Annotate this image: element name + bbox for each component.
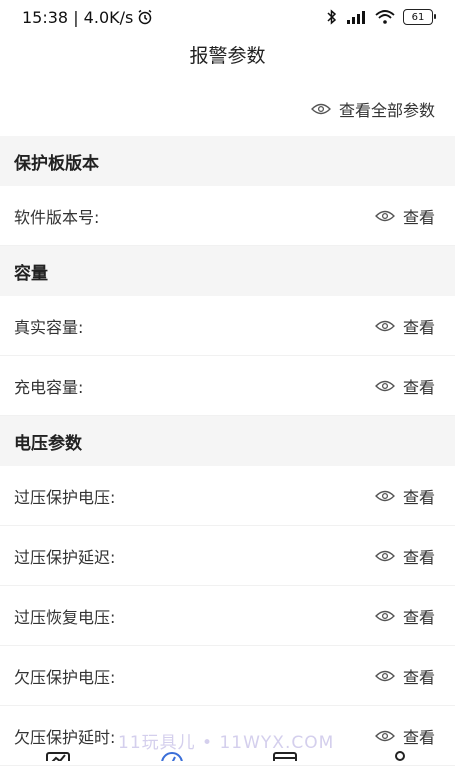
param-label: 真实容量: xyxy=(14,317,84,337)
param-label: 软件版本号: xyxy=(14,207,100,227)
eye-icon xyxy=(375,670,395,681)
status-bar: 15:38 | 4.0K/s 61 xyxy=(0,0,455,34)
param-row-ov-recover-voltage: 过压恢复电压: 查看 xyxy=(0,586,455,646)
param-row-software-version: 软件版本号: 查看 xyxy=(0,186,455,246)
param-label: 过压保护延迟: xyxy=(14,547,116,567)
section-header-voltage: 电压参数 xyxy=(0,416,455,466)
bottom-nav xyxy=(0,745,455,761)
param-row-ov-protect-delay: 过压保护延迟: 查看 xyxy=(0,526,455,586)
view-label: 查看 xyxy=(402,547,435,567)
status-left: 15:38 | 4.0K/s xyxy=(22,8,153,27)
param-label: 欠压保护电压: xyxy=(14,667,116,687)
chart-nav-icon[interactable] xyxy=(46,751,70,761)
param-label: 过压恢复电压: xyxy=(14,607,116,627)
view-label: 查看 xyxy=(402,207,435,227)
view-label: 查看 xyxy=(402,667,435,687)
view-button[interactable]: 查看 xyxy=(375,544,435,568)
section-title: 保护板版本 xyxy=(14,153,99,174)
section-header-board-version: 保护板版本 xyxy=(0,136,455,186)
battery-level: 61 xyxy=(411,11,425,23)
view-button[interactable]: 查看 xyxy=(375,664,435,688)
param-row-charge-capacity: 充电容量: 查看 xyxy=(0,356,455,416)
view-label: 查看 xyxy=(402,607,435,627)
eye-icon xyxy=(375,210,395,221)
view-all-params-button[interactable]: 查看全部参数 xyxy=(311,96,435,122)
status-right: 61 xyxy=(327,9,436,25)
section-title: 容量 xyxy=(14,263,48,284)
battery-indicator: 61 xyxy=(403,9,436,25)
params-list: 保护板版本 软件版本号: 查看 容量 真实容量: 查看 充电容量: 查看 电压参… xyxy=(0,136,455,766)
eye-icon xyxy=(375,320,395,331)
view-label: 查看 xyxy=(402,317,435,337)
section-title: 电压参数 xyxy=(14,433,82,454)
card-nav-icon[interactable] xyxy=(273,751,297,761)
gauge-nav-icon[interactable] xyxy=(160,751,184,761)
page-title-bar: 报警参数 xyxy=(0,34,455,74)
signal-icon xyxy=(347,11,365,24)
view-button[interactable]: 查看 xyxy=(375,604,435,628)
eye-icon xyxy=(375,550,395,561)
param-row-real-capacity: 真实容量: 查看 xyxy=(0,296,455,356)
param-row-ov-protect-voltage: 过压保护电压: 查看 xyxy=(0,466,455,526)
param-label: 欠压保护延时: xyxy=(14,727,116,747)
status-time: 15:38 | 4.0K/s xyxy=(22,7,134,27)
eye-icon xyxy=(375,380,395,391)
param-label: 过压保护电压: xyxy=(14,487,116,507)
view-all-label: 查看全部参数 xyxy=(338,101,435,120)
view-button[interactable]: 查看 xyxy=(375,374,435,398)
view-button[interactable]: 查看 xyxy=(375,724,435,748)
eye-icon xyxy=(311,103,331,115)
bluetooth-icon xyxy=(327,9,337,25)
eye-icon xyxy=(375,610,395,621)
view-label: 查看 xyxy=(402,377,435,397)
section-header-capacity: 容量 xyxy=(0,246,455,296)
view-label: 查看 xyxy=(402,727,435,747)
eye-icon xyxy=(375,730,395,741)
view-button[interactable]: 查看 xyxy=(375,204,435,228)
view-button[interactable]: 查看 xyxy=(375,484,435,508)
user-nav-icon[interactable] xyxy=(388,751,412,761)
eye-icon xyxy=(375,490,395,501)
view-label: 查看 xyxy=(402,487,435,507)
wifi-icon xyxy=(375,10,395,24)
page-title: 报警参数 xyxy=(189,44,266,67)
param-label: 充电容量: xyxy=(14,377,84,397)
alarm-clock-icon xyxy=(138,9,152,25)
param-row-uv-protect-voltage: 欠压保护电压: 查看 xyxy=(0,646,455,706)
view-button[interactable]: 查看 xyxy=(375,314,435,338)
